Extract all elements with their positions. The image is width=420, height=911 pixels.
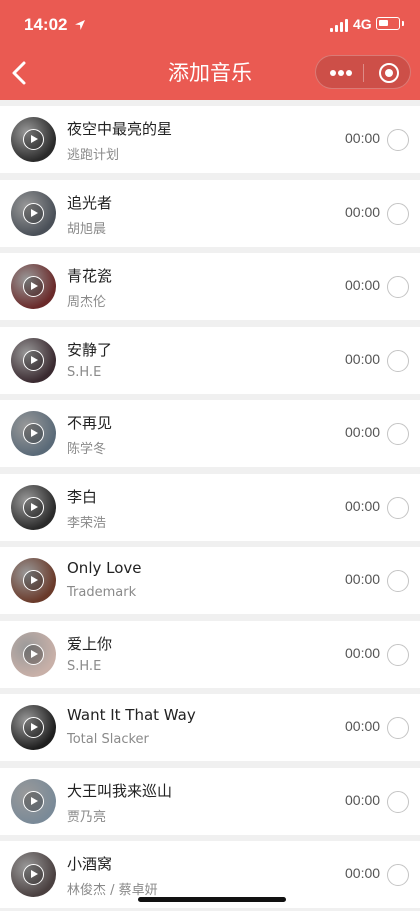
song-title: 安静了	[67, 340, 113, 359]
play-icon[interactable]	[23, 717, 44, 738]
album-cover[interactable]	[11, 264, 56, 309]
song-artist: 李荣浩	[67, 515, 107, 531]
select-radio[interactable]	[387, 790, 409, 813]
song-row[interactable]: 追光者胡旭晨 00:00	[0, 179, 420, 247]
album-cover[interactable]	[11, 705, 56, 750]
album-cover[interactable]	[11, 117, 56, 162]
mini-program-capsule	[315, 55, 411, 89]
header-bar: 14:02 4G 添加音乐	[0, 0, 420, 100]
status-time: 14:02	[24, 15, 68, 34]
more-dots-icon[interactable]	[330, 70, 352, 76]
select-radio[interactable]	[387, 570, 409, 592]
album-cover[interactable]	[11, 778, 56, 824]
song-row[interactable]: 青花瓷周杰伦 00:00	[0, 253, 420, 320]
song-artist: 贾乃亮	[67, 809, 107, 825]
song-duration: 00:00	[345, 497, 381, 514]
signal-icon	[330, 18, 350, 32]
play-icon[interactable]	[23, 276, 44, 297]
play-icon[interactable]	[23, 349, 44, 371]
select-radio[interactable]	[387, 717, 409, 739]
network-label: 4G	[353, 16, 372, 32]
song-duration: 00:00	[345, 203, 381, 220]
play-icon[interactable]	[23, 423, 44, 444]
song-duration: 00:00	[345, 718, 381, 734]
album-cover[interactable]	[11, 190, 56, 236]
song-artist: 胡旭晨	[67, 221, 107, 237]
song-artist: S.H.E	[67, 658, 102, 674]
status-bar: 14:02 4G	[0, 0, 420, 50]
song-row[interactable]: 不再见陈学冬 00:00	[0, 400, 420, 467]
song-row[interactable]: 大王叫我来巡山 贾乃亮 00:00	[0, 767, 420, 835]
home-indicator	[138, 897, 286, 902]
play-icon[interactable]	[23, 643, 44, 665]
song-row[interactable]: 爱上你 S.H.E 00:00	[0, 620, 420, 688]
song-title: Want It That Way	[67, 706, 196, 724]
song-title: 小酒窝	[67, 855, 113, 873]
song-artist: Trademark	[67, 585, 137, 600]
song-duration: 00:00	[345, 130, 381, 146]
song-artist: S.H.E	[67, 364, 102, 380]
album-cover[interactable]	[11, 852, 56, 897]
record-circle-icon[interactable]	[379, 63, 399, 83]
select-radio[interactable]	[387, 423, 409, 445]
song-title: 不再见	[67, 414, 113, 432]
song-artist: 林俊杰 / 蔡卓妍	[67, 883, 158, 898]
song-title: Only Love	[67, 559, 142, 577]
play-icon[interactable]	[23, 864, 44, 885]
song-row[interactable]: 安静了 S.H.E 00:00	[0, 326, 420, 394]
song-title: 大王叫我来巡山	[67, 781, 173, 800]
song-title: 追光者	[67, 193, 113, 212]
song-title: 李白	[67, 487, 98, 506]
select-radio[interactable]	[387, 349, 409, 372]
song-duration: 00:00	[345, 644, 381, 661]
song-duration: 00:00	[345, 424, 381, 440]
song-artist: 逃跑计划	[67, 148, 120, 163]
select-radio[interactable]	[387, 202, 409, 225]
song-artist: 周杰伦	[67, 295, 107, 310]
song-duration: 00:00	[345, 865, 381, 881]
album-cover[interactable]	[11, 484, 56, 530]
song-title: 爱上你	[67, 634, 113, 653]
song-title: 夜空中最亮的星	[67, 120, 173, 138]
song-row[interactable]: Only Love Trademark 00:00	[0, 547, 420, 614]
play-icon[interactable]	[23, 570, 44, 591]
play-icon[interactable]	[23, 790, 44, 812]
play-icon[interactable]	[23, 496, 44, 518]
song-title: 青花瓷	[67, 267, 113, 285]
song-row[interactable]: 夜空中最亮的星 逃跑计划 00:00	[0, 106, 420, 173]
select-radio[interactable]	[387, 864, 409, 886]
song-duration: 00:00	[345, 350, 381, 367]
album-cover[interactable]	[11, 631, 56, 677]
song-duration: 00:00	[345, 277, 381, 293]
album-cover[interactable]	[11, 558, 56, 603]
location-arrow-icon	[75, 20, 85, 30]
song-duration: 00:00	[345, 571, 381, 587]
select-radio[interactable]	[387, 129, 409, 151]
play-icon[interactable]	[23, 129, 44, 150]
select-radio[interactable]	[387, 276, 409, 298]
album-cover[interactable]	[11, 337, 56, 383]
select-radio[interactable]	[387, 643, 409, 666]
battery-icon	[376, 17, 404, 30]
song-artist: 陈学冬	[67, 442, 107, 457]
play-icon[interactable]	[23, 202, 44, 224]
song-artist: Total Slacker	[67, 732, 149, 747]
album-cover[interactable]	[11, 411, 56, 456]
song-duration: 00:00	[345, 791, 381, 808]
select-radio[interactable]	[387, 496, 409, 519]
song-row[interactable]: 李白李荣浩 00:00	[0, 473, 420, 541]
song-row[interactable]: Want It That Way Total Slacker 00:00	[0, 694, 420, 761]
